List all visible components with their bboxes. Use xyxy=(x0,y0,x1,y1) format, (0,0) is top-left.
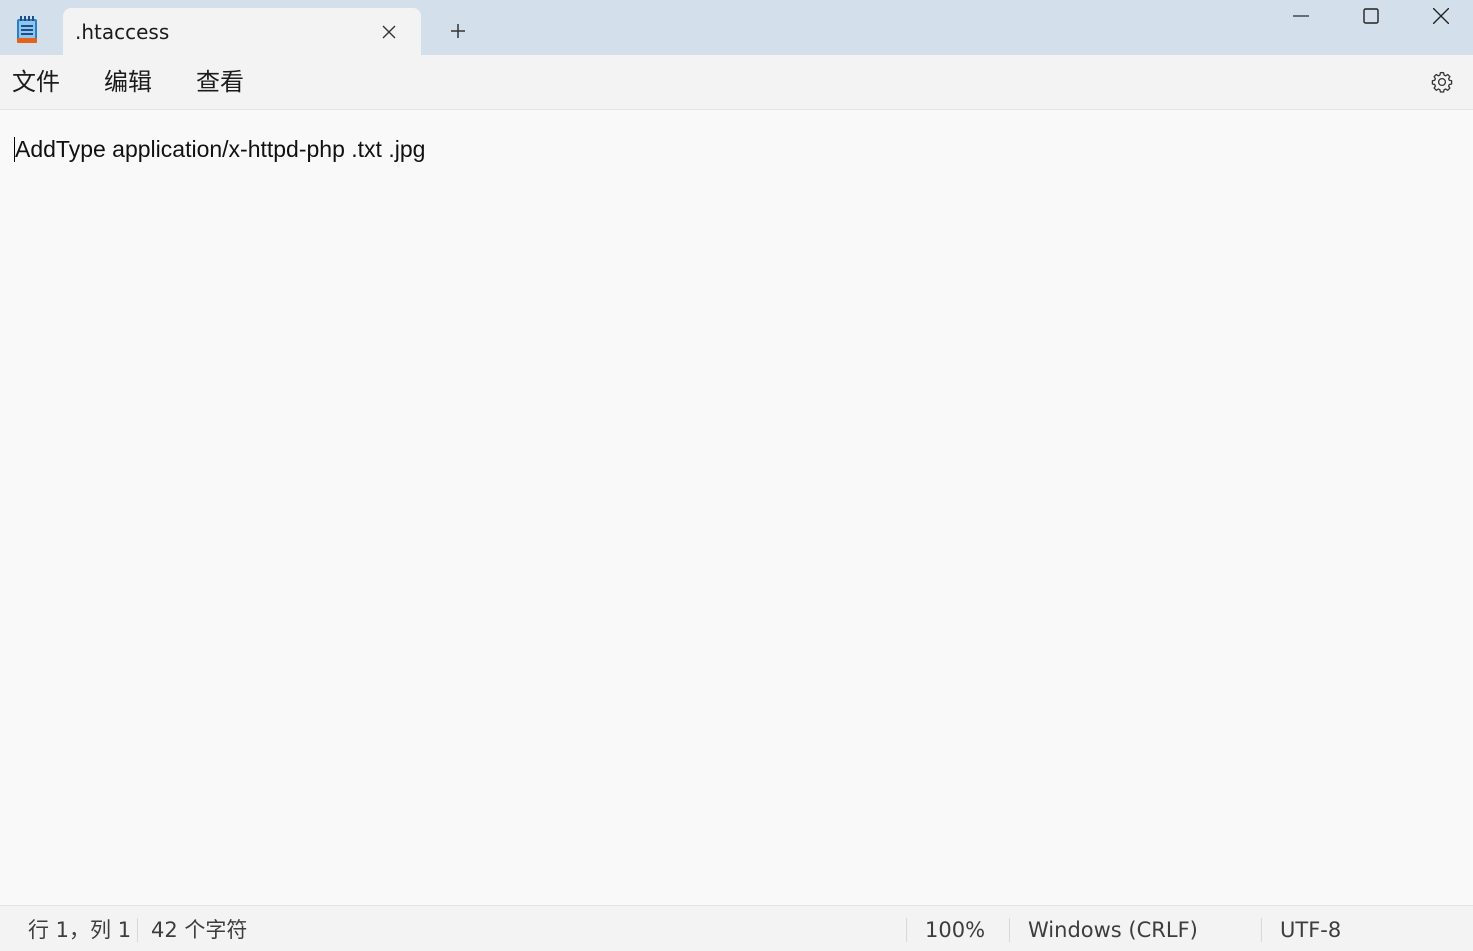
maximize-icon xyxy=(1363,8,1379,24)
title-bar: .htaccess xyxy=(0,0,1473,55)
close-icon[interactable] xyxy=(377,20,401,44)
window-close-button[interactable] xyxy=(1406,0,1473,32)
status-separator xyxy=(1009,918,1010,942)
encoding[interactable]: UTF-8 xyxy=(1280,917,1341,943)
gear-icon xyxy=(1431,71,1453,93)
notepad-icon xyxy=(16,16,38,44)
status-separator xyxy=(137,918,138,942)
zoom-level[interactable]: 100% xyxy=(925,917,985,943)
notepad-window: .htaccess 文件 编辑 查看 AddType application/x… xyxy=(0,0,1473,951)
character-count: 42 个字符 xyxy=(151,918,248,942)
settings-button[interactable] xyxy=(1424,65,1460,99)
editor-content: AddType application/x-httpd-php .txt .jp… xyxy=(15,136,426,162)
cursor-position: 行 1，列 1 xyxy=(28,918,132,942)
menu-view[interactable]: 查看 xyxy=(194,66,246,98)
text-editor[interactable]: AddType application/x-httpd-php .txt .jp… xyxy=(0,110,1473,905)
status-separator xyxy=(906,918,907,942)
line-ending[interactable]: Windows (CRLF) xyxy=(1028,917,1198,943)
close-icon xyxy=(1433,8,1449,24)
minimize-icon xyxy=(1293,15,1309,17)
status-bar: 行 1，列 1 42 个字符 100% Windows (CRLF) UTF-8 xyxy=(0,905,1473,951)
menu-edit[interactable]: 编辑 xyxy=(102,66,154,98)
maximize-button[interactable] xyxy=(1336,0,1406,32)
tab-title: .htaccess xyxy=(75,20,170,44)
new-tab-button[interactable] xyxy=(436,12,480,50)
status-separator xyxy=(1261,918,1262,942)
menu-bar: 文件 编辑 查看 xyxy=(0,55,1473,110)
minimize-button[interactable] xyxy=(1266,0,1336,32)
tab-htaccess[interactable]: .htaccess xyxy=(63,8,421,55)
menu-file[interactable]: 文件 xyxy=(10,66,62,98)
plus-icon xyxy=(451,24,465,38)
